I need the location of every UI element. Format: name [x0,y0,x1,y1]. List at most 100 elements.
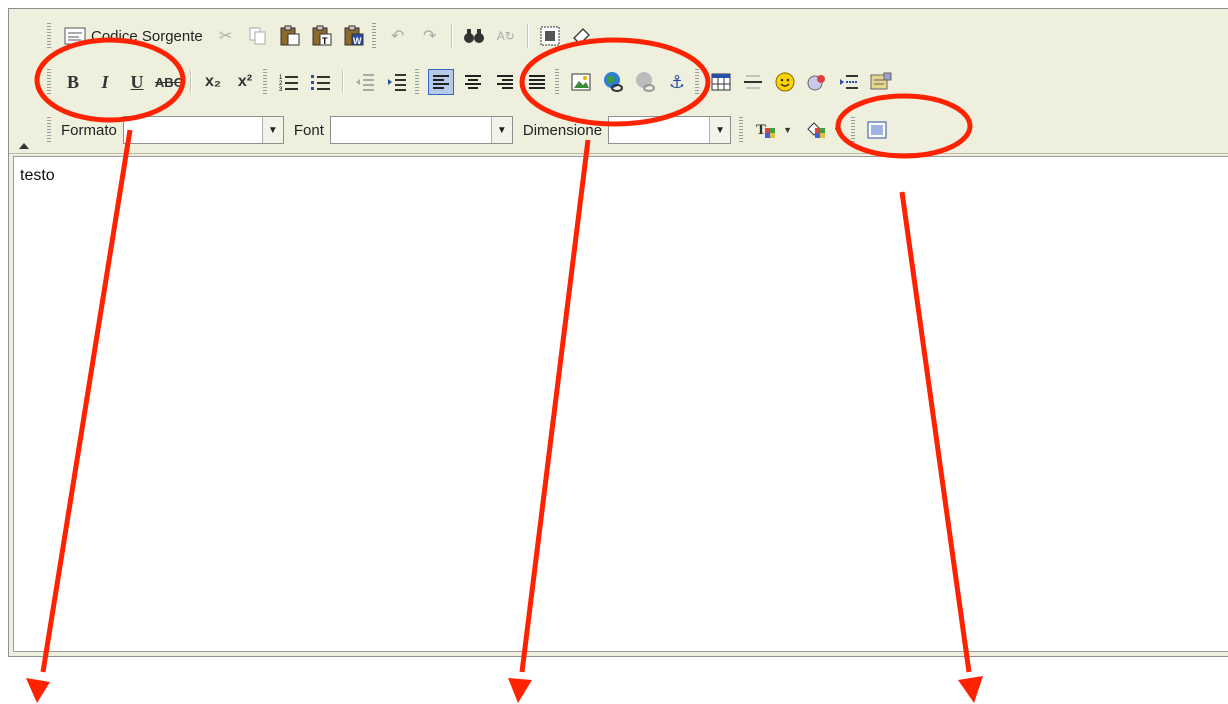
find-button[interactable] [461,23,487,49]
size-label: Dimensione [522,121,603,139]
background-color-button[interactable]: ▼ [802,117,846,143]
font-select[interactable]: ▼ [329,116,513,144]
chevron-down-icon[interactable]: ▼ [490,117,512,143]
paste-word-button[interactable]: W [341,23,367,49]
chevron-down-icon: ▼ [833,125,842,135]
insert-link-button[interactable] [600,69,626,95]
separator [450,24,453,48]
toolbar-grip [263,69,267,95]
justify-icon [528,74,546,90]
format-select[interactable]: ▼ [122,116,284,144]
anchor-icon: ⚓ [668,71,686,92]
underline-icon: U [130,71,144,92]
bulleted-list-button[interactable] [308,69,334,95]
select-all-button[interactable] [537,23,563,49]
svg-text:W: W [353,36,362,46]
source-code-button[interactable]: Codice Sorgente [60,23,207,49]
toolbar-grip[interactable] [47,69,51,95]
numbered-list-icon: 123 [279,73,299,91]
align-center-button[interactable] [460,69,486,95]
chevron-down-icon[interactable]: ▼ [261,117,283,143]
paste-word-icon: W [343,25,365,47]
superscript-icon: x² [237,73,253,90]
subscript-icon: x₂ [204,73,221,90]
svg-text:T: T [322,36,328,46]
show-blocks-icon [867,121,887,139]
anchor-button[interactable]: ⚓ [664,69,690,95]
paste-button[interactable] [277,23,303,49]
paste-text-button[interactable]: T [309,23,335,49]
superscript-button[interactable]: x² [232,69,258,95]
page-break-button[interactable] [836,69,862,95]
svg-text:T: T [756,122,766,138]
annotation-arrowhead [508,678,532,703]
bold-button[interactable]: B [60,69,86,95]
bulleted-list-icon [311,73,331,91]
toolbar-row-2: B I U ABC x₂ x² 123 ⚓ [45,65,897,99]
separator [190,70,192,94]
separator [526,24,529,48]
underline-button[interactable]: U [124,69,150,95]
toolbar-grip [850,117,855,143]
insert-table-button[interactable] [708,69,734,95]
align-right-icon [496,74,514,90]
show-blocks-button[interactable] [864,117,890,143]
numbered-list-button[interactable]: 123 [276,69,302,95]
font-select-value [330,117,491,143]
binoculars-icon [463,27,485,45]
editor-content-area[interactable]: testo [13,156,1228,652]
align-left-icon [432,74,450,90]
toolbar-grip[interactable] [47,117,51,143]
indent-button[interactable] [384,69,410,95]
replace-icon: A↻ [496,29,515,43]
replace-button[interactable]: A↻ [493,23,519,49]
redo-button[interactable]: ↷ [417,23,443,49]
clipboard-icon [279,25,301,47]
editor-text: testo [20,167,55,184]
special-char-button[interactable] [804,69,830,95]
paint-bucket-icon [806,120,828,140]
scissors-icon: ✂ [219,28,233,45]
special-char-icon [807,72,827,92]
undo-button[interactable]: ↶ [385,23,411,49]
format-label: Formato [61,121,117,139]
chevron-down-icon: ▼ [783,125,793,135]
copy-button[interactable] [245,23,271,49]
text-color-button[interactable]: T ▼ [752,117,796,143]
eraser-icon [572,28,592,44]
cut-button[interactable]: ✂ [213,23,239,49]
toolbar-grip [555,69,559,95]
undo-icon: ↶ [391,28,405,45]
toolbar-row-3: Formato ▼ Font ▼ Dimensione ▼ T ▼ ▼ [45,113,893,147]
align-left-button[interactable] [428,69,454,95]
chevron-down-icon[interactable]: ▼ [709,117,731,143]
source-code-icon [64,27,86,45]
toolbar-grip[interactable] [47,23,51,49]
insert-image-button[interactable] [568,69,594,95]
smiley-icon [775,72,795,92]
remove-link-button[interactable] [632,69,658,95]
svg-text:3: 3 [279,87,283,91]
size-select[interactable]: ▼ [608,116,732,144]
outdent-button[interactable] [352,69,378,95]
align-right-button[interactable] [492,69,518,95]
strikethrough-button[interactable]: ABC [155,69,183,95]
toolbar-grip [415,69,419,95]
toolbar-grip [739,117,744,143]
italic-button[interactable]: I [92,69,118,95]
text-color-icon: T [756,120,778,140]
toolbar-row-1: Codice Sorgente ✂ T W ↶ ↷ A↻ [45,19,598,53]
italic-icon: I [101,71,109,92]
remove-format-button[interactable] [569,23,595,49]
collapse-toolbar-icon[interactable] [19,143,29,149]
table-icon [711,73,731,91]
annotation-arrowhead [958,676,983,703]
redo-icon: ↷ [423,28,437,45]
paste-form-button[interactable] [868,69,894,95]
paste-text-icon: T [311,25,333,47]
justify-button[interactable] [524,69,550,95]
horizontal-rule-button[interactable] [740,69,766,95]
subscript-button[interactable]: x₂ [200,69,226,95]
insert-smiley-button[interactable] [772,69,798,95]
font-label: Font [293,121,324,139]
